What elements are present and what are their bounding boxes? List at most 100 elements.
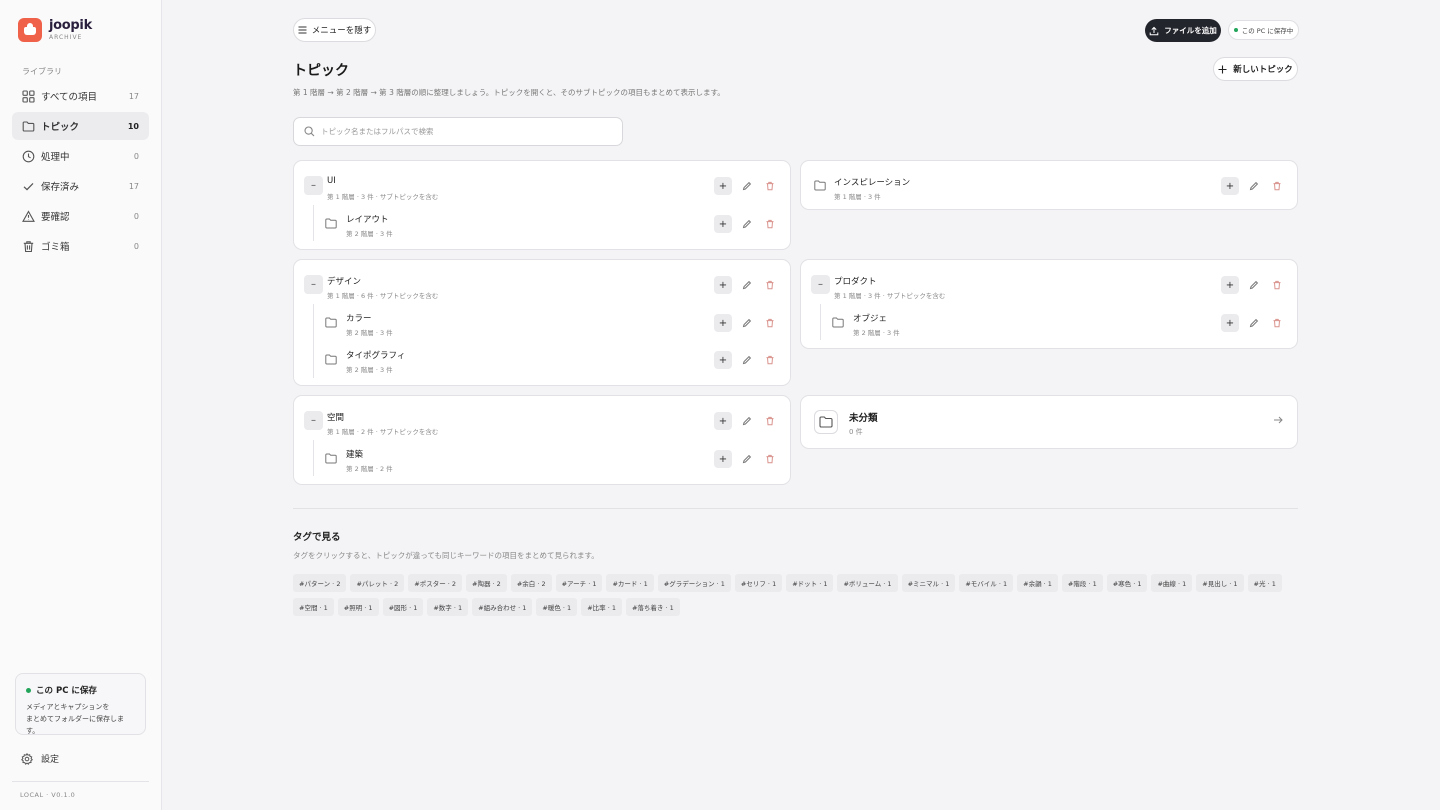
collapse-toggle[interactable]: – — [304, 411, 323, 430]
tag-chip[interactable]: #ミニマル · 1 — [901, 574, 956, 592]
tag-chip[interactable]: #寒色 · 1 — [1106, 574, 1148, 592]
tag-chip[interactable]: #比率 · 1 — [581, 598, 622, 616]
tag-chip[interactable]: #照明 · 1 — [337, 598, 379, 616]
folder-icon — [325, 317, 337, 328]
tag-chip[interactable]: #陶器 · 2 — [466, 574, 507, 592]
tag-chip[interactable]: #パレット · 2 — [350, 574, 405, 592]
tag-chip[interactable]: #曲線 · 1 — [1151, 574, 1193, 592]
tag-chip[interactable]: #ドット · 1 — [786, 574, 834, 592]
edit-icon[interactable] — [739, 178, 755, 194]
edit-icon[interactable] — [1246, 277, 1262, 293]
sidebar-item-label: 処理中 — [41, 152, 70, 163]
save-to-pc-card[interactable]: この PC に保存 メディアとキャプションを まとめてフォルダーに保存します。 — [15, 673, 146, 735]
uncategorized-card[interactable]: 未分類 0 件 — [800, 395, 1298, 449]
sidebar-nav: すべての項目 17 トピック 10 処理中 0 保存済み 17 要確認 0 ゴミ… — [12, 82, 149, 262]
add-subtopic-button[interactable]: + — [1221, 276, 1239, 294]
delete-icon[interactable] — [762, 216, 778, 232]
sidebar-item-review[interactable]: 要確認 0 — [12, 202, 149, 230]
tag-chip[interactable]: #パターン · 2 — [293, 574, 347, 592]
tag-chip[interactable]: #数字 · 1 — [427, 598, 469, 616]
collapse-toggle[interactable]: – — [811, 275, 830, 294]
arrow-right-icon[interactable] — [1273, 415, 1283, 425]
sidebar-item-label: ゴミ箱 — [41, 242, 70, 253]
topic-name[interactable]: 空間 — [327, 411, 344, 423]
add-subtopic-button[interactable]: + — [714, 276, 732, 294]
subtopic-name[interactable]: 建築 — [346, 448, 363, 460]
add-subtopic-button[interactable]: + — [714, 314, 732, 332]
add-subtopic-button[interactable]: + — [714, 351, 732, 369]
add-subtopic-button[interactable]: + — [1221, 177, 1239, 195]
add-subtopic-button[interactable]: + — [714, 215, 732, 233]
topic-name[interactable]: デザイン — [327, 275, 361, 287]
subtopic-name[interactable]: レイアウト — [346, 213, 389, 225]
subtopic-meta: 第 2 階層 · 3 件 — [346, 366, 393, 374]
delete-icon[interactable] — [762, 315, 778, 331]
topic-search[interactable] — [293, 117, 623, 146]
tag-chip[interactable]: #ボリューム · 1 — [837, 574, 898, 592]
topic-name[interactable]: UI — [327, 176, 336, 186]
save-card-line2: まとめてフォルダーに保存します。 — [26, 715, 124, 735]
subtopic-meta: 第 2 階層 · 2 件 — [346, 465, 393, 473]
tag-chip[interactable]: #階段 · 1 — [1061, 574, 1103, 592]
settings-button[interactable]: 設定 — [21, 752, 59, 765]
tag-chip[interactable]: #グラデーション · 1 — [657, 574, 731, 592]
tag-chip[interactable]: #カード · 1 — [606, 574, 654, 592]
save-status-badge: この PC に保存中 — [1228, 20, 1299, 40]
edit-icon[interactable] — [739, 315, 755, 331]
tag-chip[interactable]: #空間 · 1 — [293, 598, 334, 616]
tag-chip[interactable]: #落ち着き · 1 — [625, 598, 680, 616]
search-input[interactable] — [321, 127, 612, 136]
edit-icon[interactable] — [739, 277, 755, 293]
tag-chip[interactable]: #図形 · 1 — [382, 598, 424, 616]
tag-chip[interactable]: #余白 · 2 — [510, 574, 552, 592]
edit-icon[interactable] — [739, 216, 755, 232]
collapse-toggle[interactable]: – — [304, 275, 323, 294]
sidebar-item-count: 17 — [128, 181, 139, 191]
brand[interactable]: joopik ARCHIVE — [18, 18, 92, 42]
delete-icon[interactable] — [1269, 277, 1285, 293]
tag-chip[interactable]: #見出し · 1 — [1196, 574, 1244, 592]
tag-chip[interactable]: #セリフ · 1 — [734, 574, 783, 592]
tag-chip[interactable]: #アーチ · 1 — [555, 574, 603, 592]
delete-icon[interactable] — [762, 178, 778, 194]
add-subtopic-button[interactable]: + — [714, 450, 732, 468]
new-topic-button[interactable]: 新しいトピック — [1213, 57, 1298, 81]
subtopic-name[interactable]: タイポグラフィ — [346, 349, 405, 361]
delete-icon[interactable] — [762, 352, 778, 368]
edit-icon[interactable] — [1246, 178, 1262, 194]
sidebar-item-all[interactable]: すべての項目 17 — [12, 82, 149, 110]
add-file-button[interactable]: ファイルを追加 — [1145, 19, 1221, 42]
subtopic-name[interactable]: カラー — [346, 312, 372, 324]
tag-chip[interactable]: #余韻 · 1 — [1017, 574, 1058, 592]
collapse-toggle[interactable]: – — [304, 176, 323, 195]
hide-menu-button[interactable]: メニューを隠す — [293, 18, 376, 42]
topic-name[interactable]: インスピレーション — [834, 176, 910, 188]
delete-icon[interactable] — [762, 277, 778, 293]
sidebar-item-trash[interactable]: ゴミ箱 0 — [12, 232, 149, 260]
add-file-label: ファイルを追加 — [1164, 26, 1217, 35]
topic-name[interactable]: プロダクト — [834, 275, 877, 287]
search-icon — [304, 126, 315, 137]
sidebar-item-processing[interactable]: 処理中 0 — [12, 142, 149, 170]
edit-icon[interactable] — [739, 451, 755, 467]
tag-chip[interactable]: #暖色 · 1 — [536, 598, 578, 616]
tag-chip[interactable]: #モバイル · 1 — [959, 574, 1014, 592]
add-subtopic-button[interactable]: + — [714, 177, 732, 195]
subtopic-name[interactable]: オブジェ — [853, 312, 887, 324]
delete-icon[interactable] — [1269, 178, 1285, 194]
tag-chip[interactable]: #ポスター · 2 — [408, 574, 463, 592]
tag-chip[interactable]: #光 · 1 — [1247, 574, 1282, 592]
sidebar-item-saved[interactable]: 保存済み 17 — [12, 172, 149, 200]
delete-icon[interactable] — [762, 413, 778, 429]
edit-icon[interactable] — [739, 413, 755, 429]
edit-icon[interactable] — [1246, 315, 1262, 331]
sidebar-item-label: トピック — [41, 122, 80, 133]
add-subtopic-button[interactable]: + — [714, 412, 732, 430]
sidebar-item-topics[interactable]: トピック 10 — [12, 112, 149, 140]
tag-chip[interactable]: #組み合わせ · 1 — [472, 598, 533, 616]
add-subtopic-button[interactable]: + — [1221, 314, 1239, 332]
folder-icon — [832, 317, 844, 328]
edit-icon[interactable] — [739, 352, 755, 368]
delete-icon[interactable] — [762, 451, 778, 467]
delete-icon[interactable] — [1269, 315, 1285, 331]
